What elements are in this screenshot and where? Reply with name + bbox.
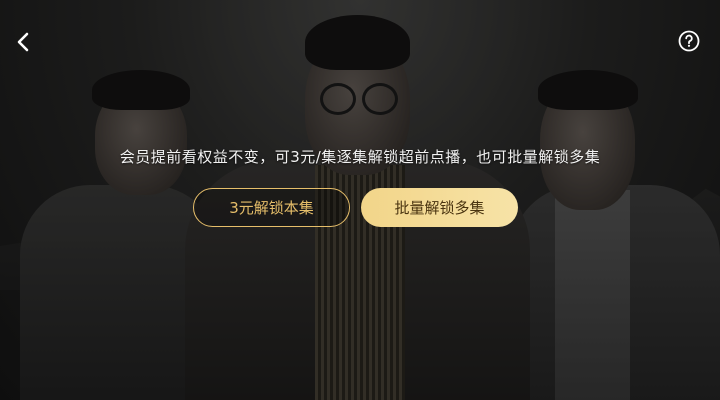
unlock-single-episode-button[interactable]: 3元解锁本集 xyxy=(193,188,350,227)
overlay-dim xyxy=(0,0,720,400)
chevron-left-icon xyxy=(17,32,29,52)
back-button[interactable] xyxy=(10,28,36,56)
batch-unlock-button[interactable]: 批量解锁多集 xyxy=(361,188,518,227)
unlock-message: 会员提前看权益不变，可3元/集逐集解锁超前点播，也可批量解锁多集 xyxy=(119,148,601,166)
background-poster xyxy=(0,0,720,400)
help-button[interactable] xyxy=(678,30,700,52)
question-circle-icon xyxy=(678,30,700,52)
